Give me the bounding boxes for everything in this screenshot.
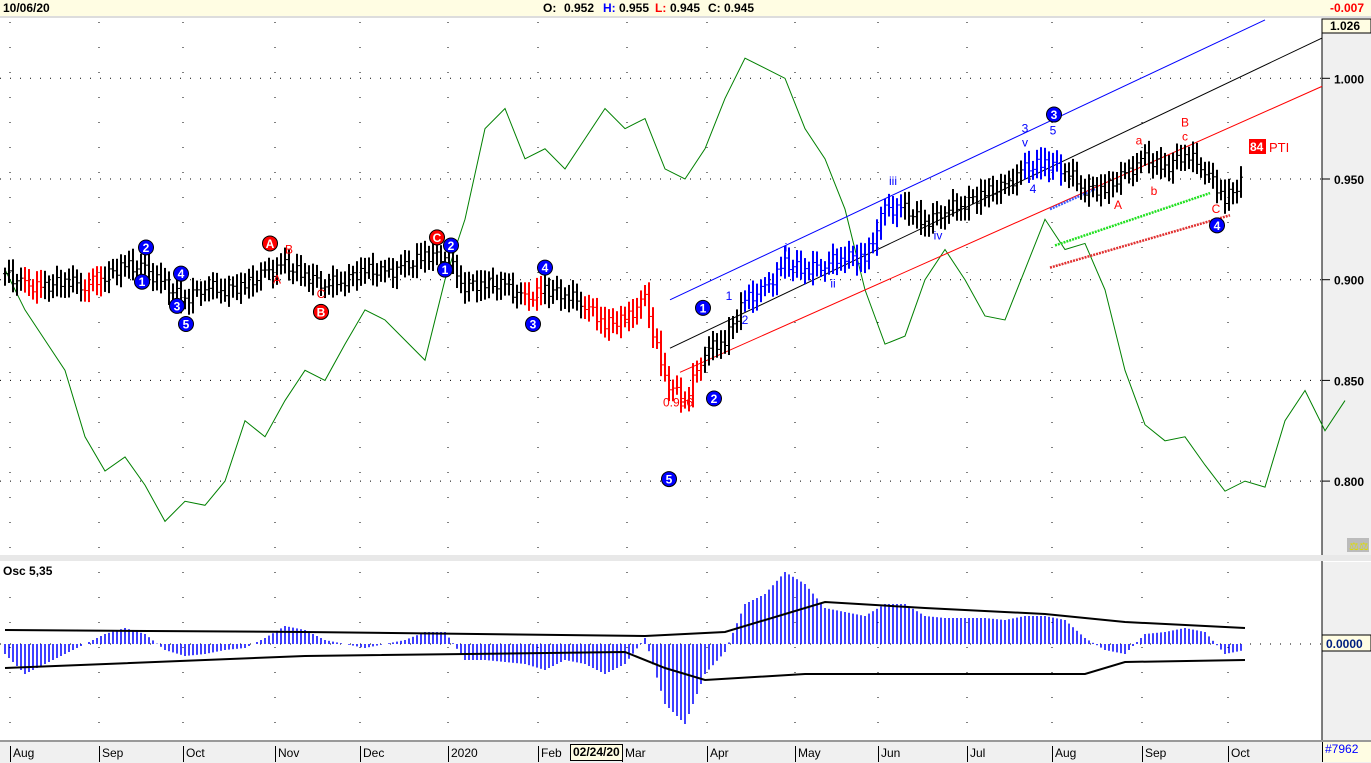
price-tick: 0.900	[1334, 274, 1364, 288]
wave-label: 1	[700, 301, 707, 315]
wave-label: v	[1022, 136, 1028, 150]
month-label: 2020	[448, 746, 478, 762]
month-label: Aug	[1052, 746, 1076, 762]
wave-label: 1	[139, 275, 146, 289]
time-axis[interactable]: Aug Sep Oct Nov Dec 2020 Feb Mar 02/24/2…	[0, 740, 1371, 763]
wave-label: C	[1212, 202, 1221, 216]
wave-label: C	[433, 231, 442, 245]
wave-label: C	[317, 287, 326, 301]
panel-splitter[interactable]	[0, 555, 1371, 561]
wave-label: B	[317, 305, 326, 319]
wave-label: iv	[934, 228, 943, 242]
wave-label: 3	[1051, 108, 1058, 122]
price-chart[interactable]: 12435ABC21 4351234BAC 12iiiiiiiv3v54a cBbA C…	[0, 0, 1371, 740]
wave-label: 0.936	[663, 396, 693, 410]
osc-title: Osc 5,35	[3, 564, 53, 578]
osc-upper-band	[4, 600, 1246, 638]
month-label: Mar	[622, 746, 646, 762]
pti-value: 84	[1250, 140, 1264, 154]
wave-label: A	[273, 273, 281, 287]
month-label: Oct	[1228, 746, 1250, 762]
osc-zero-label: 0.0000	[1326, 637, 1363, 651]
price-tick: 1.000	[1334, 72, 1364, 86]
wave-label: i	[785, 240, 788, 254]
month-label: Nov	[275, 746, 299, 762]
wave-label: c	[1182, 130, 1188, 144]
wave-label: iii	[889, 174, 897, 188]
month-label: Jul	[967, 746, 985, 762]
wave-label: 3	[1022, 122, 1029, 136]
wave-label: 3	[174, 299, 181, 313]
wave-label: 2	[448, 239, 455, 253]
svg-text:⚖⚖: ⚖⚖	[1349, 541, 1369, 553]
wave-label: A	[1114, 198, 1122, 212]
wave-label: 3	[530, 318, 537, 332]
month-label: Sep	[99, 746, 123, 762]
price-bars	[3, 140, 1243, 413]
price-top-label: 1.026	[1330, 19, 1360, 33]
cursor-date: 02/24/20	[570, 744, 623, 761]
wave-label: A	[266, 237, 275, 251]
wave-label: B	[285, 242, 293, 256]
wave-label: 2	[143, 241, 150, 255]
wave-label: 5	[666, 473, 673, 487]
wave-label: 4	[178, 267, 185, 281]
wave-label: 5	[183, 318, 190, 332]
wave-label: 2	[742, 313, 749, 327]
month-label: Aug	[10, 746, 34, 762]
bar-count: #7962	[1322, 742, 1371, 762]
price-tick: 0.850	[1334, 374, 1364, 388]
month-label: Jun	[878, 746, 900, 762]
channel-line	[669, 19, 1266, 301]
wave-label: 5	[1050, 124, 1057, 138]
oscillator	[4, 572, 1246, 724]
wave-label: a	[1136, 134, 1143, 148]
channel-line	[1049, 214, 1231, 269]
wave-label: 4	[542, 261, 549, 275]
wave-label: 1	[726, 289, 733, 303]
month-label: Sep	[1142, 746, 1166, 762]
wave-label: 1	[442, 263, 449, 277]
wave-label: 4	[1030, 182, 1037, 196]
pti-label: PTI	[1269, 140, 1289, 155]
scale-icon[interactable]: ⚖⚖	[1347, 538, 1369, 553]
wave-label: B	[1181, 116, 1189, 130]
month-label: Oct	[183, 746, 205, 762]
month-label: Apr	[707, 746, 729, 762]
month-label: May	[795, 746, 821, 762]
wave-label: b	[1151, 184, 1158, 198]
wave-label: ii	[830, 277, 835, 291]
channel-line	[1054, 191, 1211, 247]
month-label: Feb	[538, 746, 562, 762]
price-tick: 0.800	[1334, 475, 1364, 489]
wave-label: 4	[1214, 219, 1221, 233]
price-tick: 0.950	[1334, 173, 1364, 187]
month-label: Dec	[360, 746, 384, 762]
channel-line	[679, 85, 1323, 373]
wave-label: 2	[711, 392, 718, 406]
